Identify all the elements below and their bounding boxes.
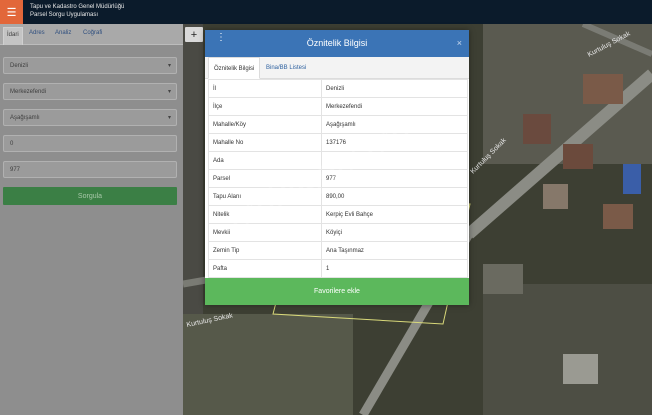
parsel-input[interactable]: 977 bbox=[3, 161, 177, 178]
tab-analiz[interactable]: Analiz bbox=[55, 30, 71, 36]
parsel-input-value: 977 bbox=[10, 167, 21, 173]
chevron-down-icon: ▾ bbox=[167, 63, 171, 69]
table-row: Pafta 1 bbox=[208, 259, 468, 278]
row-key: Pafta bbox=[208, 259, 322, 278]
attribute-modal: ⋮ Öznitelik Bilgisi × Öznitelik Bilgisi … bbox=[205, 30, 469, 305]
row-key: Ada bbox=[208, 151, 322, 170]
app-title: Tapu ve Kadastro Genel Müdürlüğü Parsel … bbox=[30, 3, 124, 19]
row-key: Tapu Alanı bbox=[208, 187, 322, 206]
tab-adres[interactable]: Adres bbox=[29, 30, 45, 36]
row-value: 890,00 bbox=[321, 187, 468, 206]
table-row: Parsel 977 bbox=[208, 169, 468, 188]
row-key: Nitelik bbox=[208, 205, 322, 224]
table-row: Mevkii Köyiçi bbox=[208, 223, 468, 242]
tab-oznitelik-bilgisi[interactable]: Öznitelik Bilgisi bbox=[208, 57, 261, 79]
table-row: Nitelik Kerpiç Evli Bahçe bbox=[208, 205, 468, 224]
table-row: İl Denizli bbox=[208, 79, 468, 98]
tab-cografi[interactable]: Coğrafi bbox=[83, 30, 102, 36]
mahalle-select-value: Aşağışamlı bbox=[10, 115, 40, 121]
row-value: Aşağışamlı bbox=[321, 115, 468, 134]
chevron-down-icon: ▾ bbox=[167, 115, 171, 121]
row-key: İlçe bbox=[208, 97, 322, 116]
modal-title: Öznitelik Bilgisi bbox=[306, 38, 368, 48]
table-row: Mahalle No 137176 bbox=[208, 133, 468, 152]
row-value: 977 bbox=[321, 169, 468, 188]
row-value: Denizli bbox=[321, 79, 468, 98]
modal-header: ⋮ Öznitelik Bilgisi × bbox=[205, 30, 469, 57]
il-select[interactable]: Denizli ▾ bbox=[3, 57, 177, 74]
row-value: Merkezefendi bbox=[321, 97, 468, 116]
mahalle-select[interactable]: Aşağışamlı ▾ bbox=[3, 109, 177, 126]
row-key: Mahalle/Köy bbox=[208, 115, 322, 134]
app-title-line2: Parsel Sorgu Uygulaması bbox=[30, 12, 99, 18]
row-value: 1 bbox=[321, 259, 468, 278]
app-title-line1: Tapu ve Kadastro Genel Müdürlüğü bbox=[30, 4, 125, 10]
hamburger-icon: ☰ bbox=[6, 6, 17, 19]
zoom-in-button[interactable]: + bbox=[185, 27, 203, 42]
row-value: Kerpiç Evli Bahçe bbox=[321, 205, 468, 224]
row-value: Ana Taşınmaz bbox=[321, 241, 468, 260]
table-row: Tapu Alanı 890,00 bbox=[208, 187, 468, 206]
table-row: Zemin Tip Ana Taşınmaz bbox=[208, 241, 468, 260]
ilce-select-value: Merkezefendi bbox=[10, 89, 47, 95]
attribute-table: İl Denizli İlçe Merkezefendi Mahalle/Köy Aş… bbox=[208, 79, 468, 278]
top-header-bar: ☰ Tapu ve Kadastro Genel Müdürlüğü Parse… bbox=[0, 0, 652, 24]
sidebar-tabs: İdari Adres Analiz Coğrafi bbox=[0, 24, 183, 45]
tab-bina-listesi[interactable]: Bina/BB Listesi bbox=[261, 57, 311, 79]
menu-button[interactable]: ☰ bbox=[0, 0, 23, 24]
sorgula-button[interactable]: Sorgula bbox=[3, 187, 177, 205]
row-key: İl bbox=[208, 79, 322, 98]
sidebar-panel: İdari Adres Analiz Coğrafi Denizli ▾ Mer… bbox=[0, 24, 183, 415]
row-key: Mahalle No bbox=[208, 133, 322, 152]
ada-input[interactable]: 0 bbox=[3, 135, 177, 152]
row-value: 137176 bbox=[321, 133, 468, 152]
close-icon[interactable]: × bbox=[457, 38, 462, 48]
modal-tabs: Öznitelik Bilgisi Bina/BB Listesi bbox=[205, 57, 469, 79]
row-key: Parsel bbox=[208, 169, 322, 188]
table-row: İlçe Merkezefendi bbox=[208, 97, 468, 116]
ada-input-value: 0 bbox=[10, 141, 14, 147]
tab-idari[interactable]: İdari bbox=[3, 27, 23, 45]
ilce-select[interactable]: Merkezefendi ▾ bbox=[3, 83, 177, 100]
row-value bbox=[321, 151, 468, 170]
row-key: Mevkii bbox=[208, 223, 322, 242]
row-key: Zemin Tip bbox=[208, 241, 322, 260]
row-value: Köyiçi bbox=[321, 223, 468, 242]
add-favorite-button[interactable]: Favorilere ekle bbox=[205, 278, 469, 305]
table-row: Ada bbox=[208, 151, 468, 170]
il-select-value: Denizli bbox=[10, 63, 29, 69]
chevron-down-icon: ▾ bbox=[167, 89, 171, 95]
table-row: Mahalle/Köy Aşağışamlı bbox=[208, 115, 468, 134]
